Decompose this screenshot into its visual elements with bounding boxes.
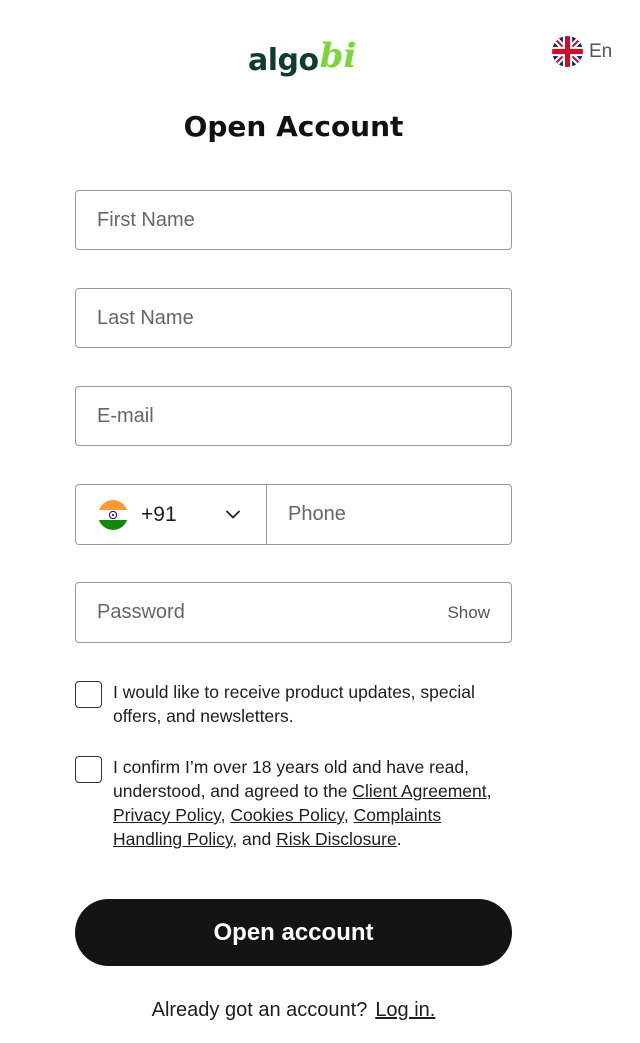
terms-separator: , (343, 805, 354, 825)
terms-consent-row: I confirm I’m over 18 years old and have… (75, 755, 515, 851)
terms-consent-checkbox[interactable] (75, 756, 102, 783)
phone-row: +91 (75, 484, 512, 545)
language-code: En (589, 40, 613, 62)
email-input[interactable] (97, 404, 490, 428)
terms-end: . (396, 829, 402, 849)
privacy-policy-link[interactable]: Privacy Policy (113, 805, 221, 825)
password-field[interactable]: Show (75, 582, 512, 643)
marketing-consent-label: I would like to receive product updates,… (113, 682, 475, 726)
risk-disclosure-link[interactable]: Risk Disclosure (276, 829, 397, 849)
terms-consent-label: I confirm I’m over 18 years old and have… (113, 755, 515, 851)
uk-flag-icon (552, 36, 583, 67)
show-password-button[interactable]: Show (447, 603, 490, 623)
first-name-field[interactable] (75, 190, 512, 250)
client-agreement-link[interactable]: Client Agreement (352, 781, 486, 801)
login-link[interactable]: Log in. (375, 999, 435, 1021)
login-prompt: Already got an account? Log in. (0, 999, 587, 1022)
marketing-consent-checkbox[interactable] (75, 681, 102, 708)
terms-separator: , and (232, 829, 277, 849)
dial-code: +91 (141, 502, 177, 526)
open-account-button[interactable]: Open account (75, 899, 512, 966)
logo-text: algo (248, 43, 319, 78)
login-prompt-text: Already got an account? (151, 999, 368, 1021)
brand-logo[interactable]: algo bi (248, 30, 356, 76)
marketing-consent-row: I would like to receive product updates,… (75, 680, 515, 728)
email-field[interactable] (75, 386, 512, 446)
phone-input[interactable] (288, 503, 490, 526)
india-flag-icon (98, 499, 128, 530)
cookies-policy-link[interactable]: Cookies Policy (230, 805, 343, 825)
country-code-select[interactable]: +91 (75, 484, 267, 545)
logo-accent-text: bi (319, 36, 357, 76)
password-input[interactable] (97, 601, 438, 624)
page-title: Open Account (183, 110, 404, 143)
terms-separator: , (220, 805, 231, 825)
last-name-input[interactable] (97, 306, 490, 330)
language-selector[interactable]: En (552, 36, 612, 67)
first-name-input[interactable] (97, 208, 490, 232)
phone-field[interactable] (267, 484, 512, 545)
last-name-field[interactable] (75, 288, 512, 348)
chevron-down-icon (226, 510, 240, 519)
terms-separator: , (486, 781, 492, 801)
